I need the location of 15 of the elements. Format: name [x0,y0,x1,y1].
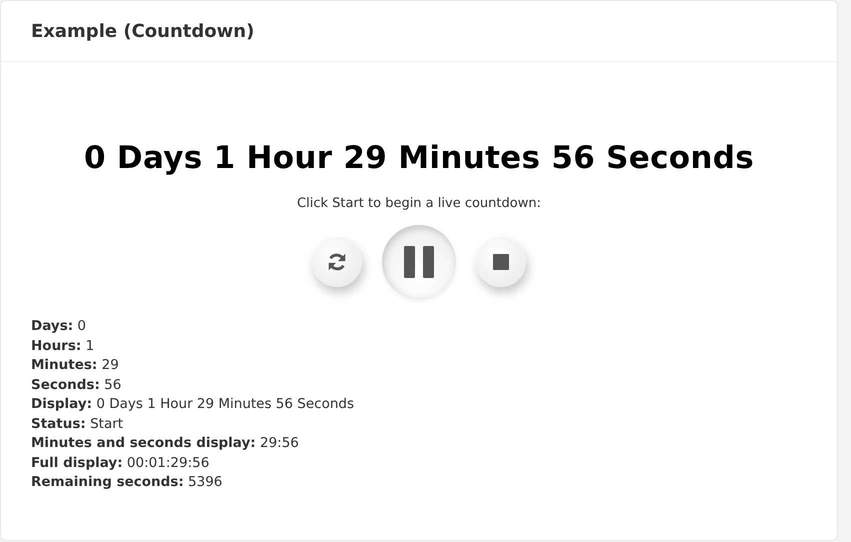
detail-line: Remaining seconds: 5396 [31,473,224,492]
detail-line: Display: 0 Days 1 Hour 29 Minutes 56 Seconds [31,395,355,414]
detail-line: Status: Start [31,414,124,434]
card-title: Example (Countdown) [31,20,254,42]
detail-line: Days: 0 [31,317,88,336]
detail-line: Full display: 00:01:29:56 [31,454,210,472]
instruction-text: Click Start to begin a live countdown: [296,196,542,211]
detail-line: Hours: 1 [31,336,96,356]
detail-line: Seconds: 56 [31,376,122,394]
detail-line: Minutes: 29 [31,356,120,375]
detail-line: Minutes and seconds display: 29:56 [31,434,300,453]
stop-icon [493,254,509,270]
pause-icon [404,246,434,278]
refresh-icon [326,251,348,273]
countdown-display: 0 Days 1 Hour 29 Minutes 56 Seconds [82,140,756,176]
